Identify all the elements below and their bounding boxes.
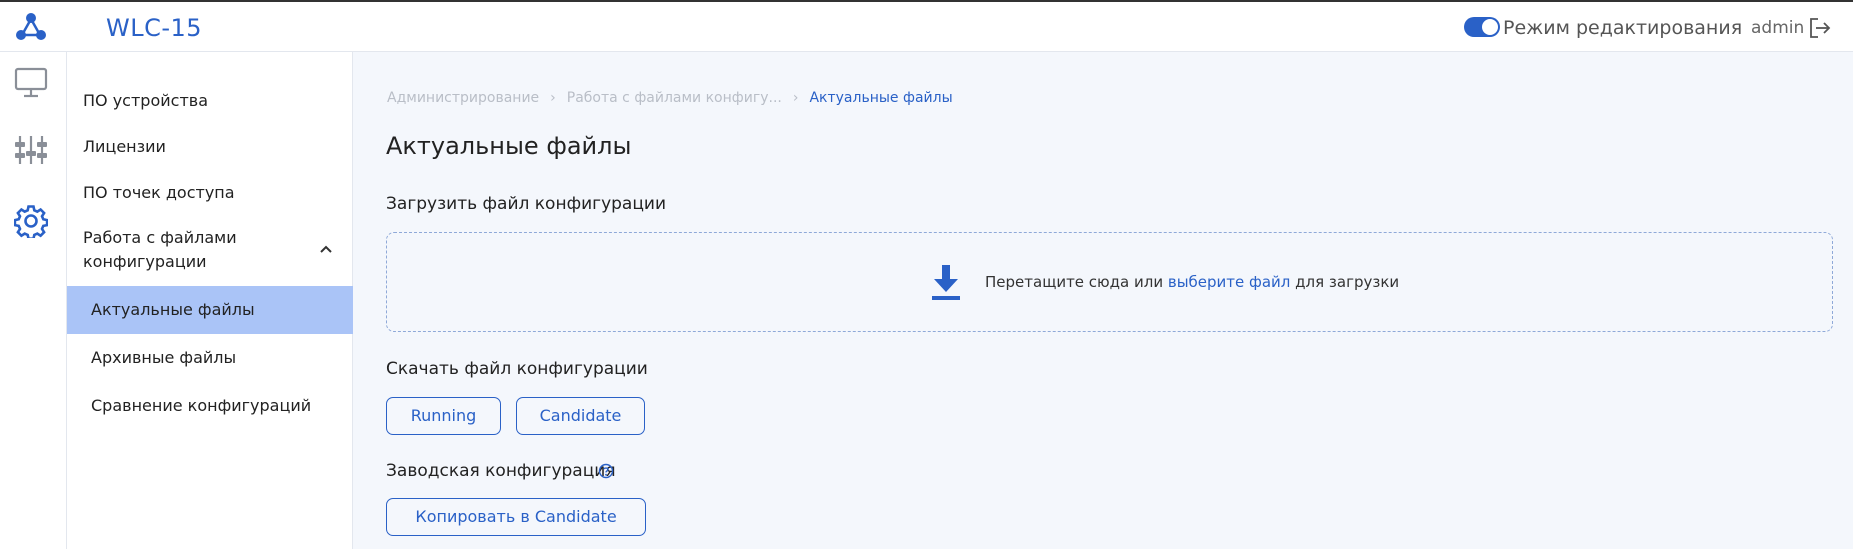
sidebar-item-device-software[interactable]: ПО устройства — [67, 88, 353, 114]
copy-to-candidate-button[interactable]: Копировать в Candidate — [386, 498, 646, 536]
monitor-icon[interactable] — [14, 66, 48, 100]
sidebar-item-config-compare[interactable]: Сравнение конфигураций — [67, 382, 353, 430]
main-content: Администрирование › Работа с файлами конфи… — [354, 52, 1853, 549]
upload-section-title: Загрузить файл конфигурации — [386, 194, 667, 214]
user-name: admin — [1751, 18, 1805, 38]
sidebar-item-licenses[interactable]: Лицензии — [67, 134, 353, 160]
factory-config-title: Заводская конфигурация — [386, 461, 616, 481]
download-icon — [932, 265, 960, 300]
settings-sidebar: ПО устройства Лицензии ПО точек доступа … — [67, 52, 353, 549]
breadcrumb-separator: › — [792, 90, 799, 106]
sidebar-item-config-files[interactable]: Работа с файлами конфигурации — [67, 226, 353, 276]
sliders-icon[interactable] — [14, 133, 48, 167]
download-section-title: Скачать файл конфигурации — [386, 359, 648, 379]
breadcrumb-current: Актуальные файлы — [809, 90, 953, 106]
dropzone-text-after: для загрузки — [1290, 273, 1400, 291]
file-dropzone[interactable]: Перетащите сюда или выберите файл для за… — [386, 232, 1833, 332]
toggle-knob — [1482, 19, 1498, 35]
breadcrumb-item[interactable]: Работа с файлами конфигу... — [567, 90, 782, 106]
download-candidate-button[interactable]: Candidate — [516, 397, 645, 435]
breadcrumb-separator: › — [550, 90, 556, 106]
edit-mode-label: Режим редактирования — [1503, 17, 1743, 39]
icon-rail — [0, 52, 67, 549]
sidebar-item-archive-files[interactable]: Архивные файлы — [67, 334, 353, 382]
gear-icon[interactable] — [14, 204, 48, 238]
app-title: WLC-15 — [106, 14, 203, 42]
sidebar-item-ap-software[interactable]: ПО точек доступа — [67, 180, 353, 206]
breadcrumb-item[interactable]: Администрирование — [387, 90, 539, 106]
network-logo-icon[interactable] — [14, 11, 48, 43]
dropzone-text-before: Перетащите сюда или — [985, 273, 1168, 291]
download-running-button[interactable]: Running — [386, 397, 501, 435]
choose-file-link[interactable]: выберите файл — [1168, 273, 1291, 291]
sidebar-item-label: Работа с файлами конфигурации — [83, 228, 237, 271]
chevron-up-icon[interactable] — [319, 244, 333, 254]
page-title: Актуальные файлы — [386, 132, 632, 160]
breadcrumb: Администрирование › Работа с файлами конфи… — [387, 90, 953, 106]
top-header: WLC-15 Режим редактирования admin — [0, 0, 1853, 52]
help-icon[interactable] — [598, 463, 614, 479]
sidebar-item-current-files[interactable]: Актуальные файлы — [67, 286, 353, 334]
dropzone-text: Перетащите сюда или выберите файл для за… — [985, 273, 1399, 291]
edit-mode-toggle[interactable] — [1464, 17, 1500, 37]
logout-icon[interactable] — [1808, 17, 1832, 39]
